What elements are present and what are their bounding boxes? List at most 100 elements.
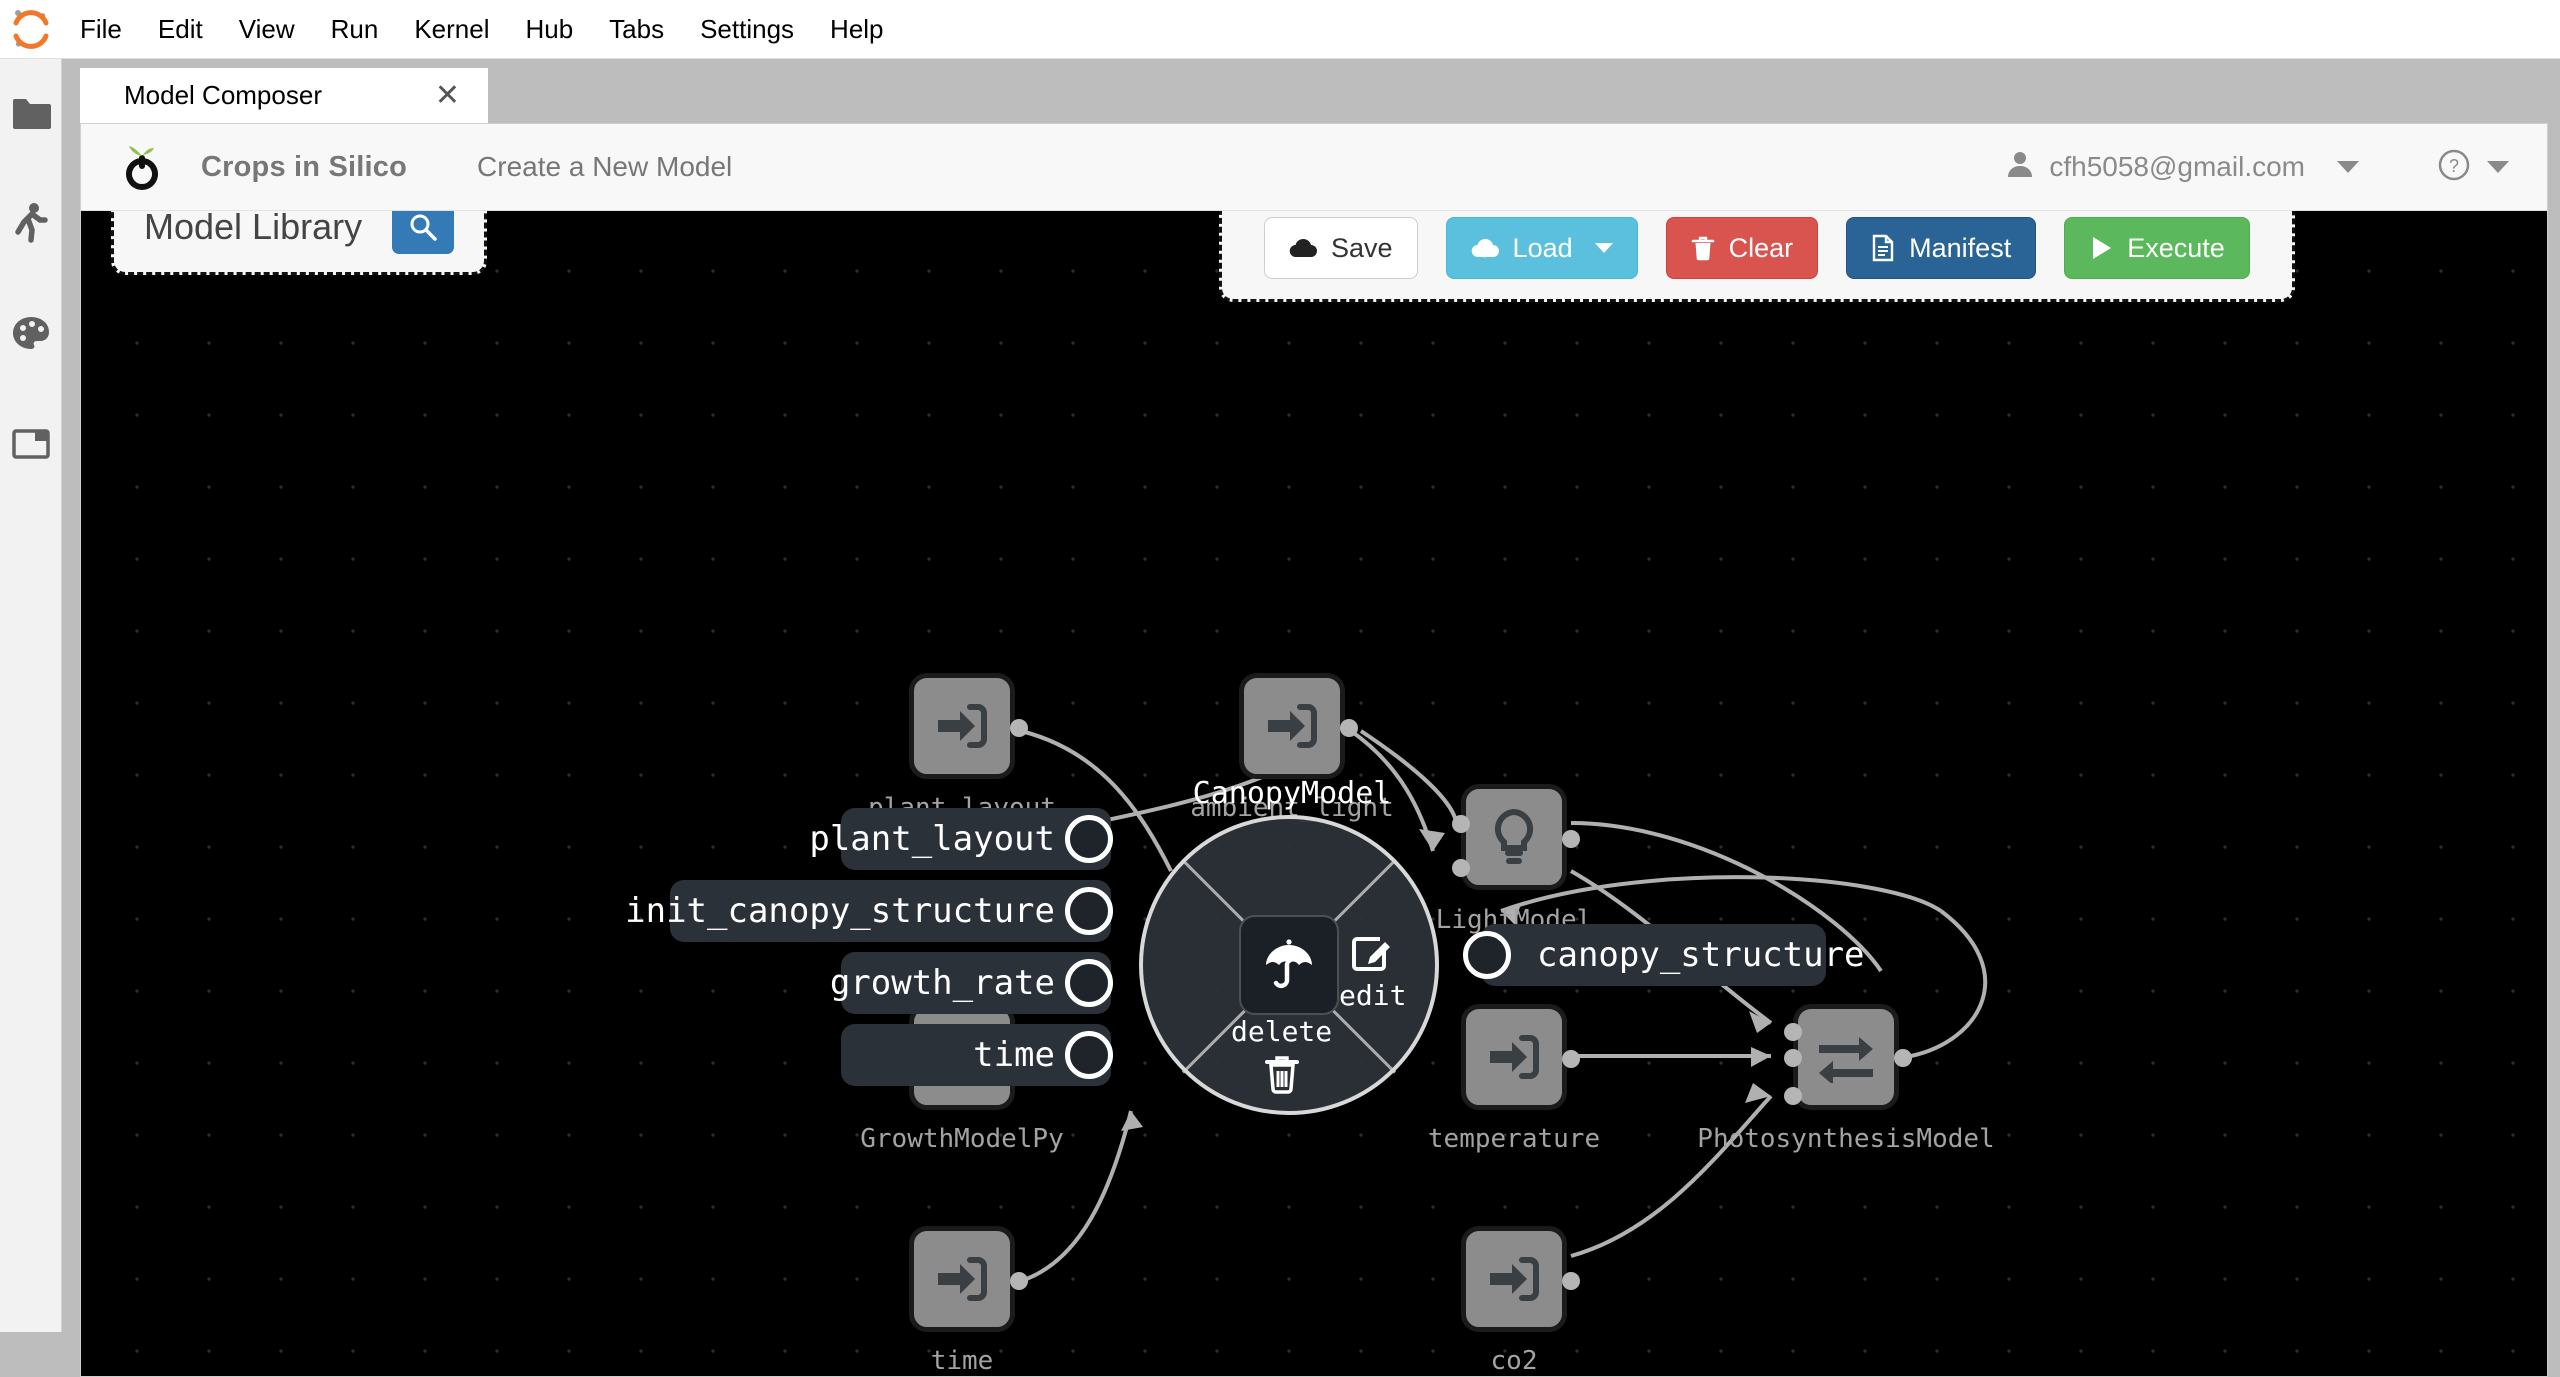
execute-label: Execute <box>2127 232 2225 263</box>
port-out-co2[interactable] <box>1562 1272 1580 1290</box>
input-arrow-icon <box>1490 1035 1539 1079</box>
exchange-arrows-icon <box>1819 1037 1873 1083</box>
execute-button[interactable]: Execute <box>2064 217 2250 279</box>
port-chip-label: canopy_structure <box>1537 935 1865 975</box>
port-out-light-model[interactable] <box>1562 830 1580 848</box>
port-circle-plant-layout[interactable] <box>1065 815 1113 863</box>
menu-settings[interactable]: Settings <box>682 8 812 51</box>
tab-label: Model Composer <box>124 80 322 110</box>
model-composer-panel: Crops in Silico Create a New Model cfh50… <box>80 123 2548 1377</box>
port-out-temperature[interactable] <box>1562 1050 1580 1068</box>
radial-center-umbrella[interactable] <box>1239 915 1339 1015</box>
jupyter-logo <box>0 6 62 52</box>
port-circle-growth-rate[interactable] <box>1065 959 1113 1007</box>
app-header: Crops in Silico Create a New Model cfh50… <box>81 124 2547 211</box>
input-arrow-icon <box>1490 1257 1539 1301</box>
manifest-button[interactable]: Manifest <box>1846 217 2037 279</box>
cloud-download-icon <box>1471 238 1499 258</box>
port-circle-canopy-structure[interactable] <box>1463 931 1511 979</box>
node-label-growth-model-py: GrowthModelPy <box>860 1124 1064 1154</box>
activity-sidebar <box>0 59 62 1332</box>
brand-name: Crops in Silico <box>201 150 408 183</box>
running-person-icon[interactable] <box>11 203 51 244</box>
port-chip-canopy-structure[interactable]: canopy_structure <box>1481 924 1865 986</box>
radial-context-menu[interactable]: edit delete <box>1139 815 1439 1115</box>
node-light-model[interactable] <box>1461 784 1567 890</box>
radial-item-label: delete <box>1231 1015 1333 1048</box>
user-menu[interactable]: cfh5058@gmail.com <box>2007 150 2359 185</box>
load-label: Load <box>1512 232 1573 263</box>
node-ambient-light-input[interactable] <box>1239 673 1345 779</box>
search-icon <box>410 214 437 241</box>
menu-hub[interactable]: Hub <box>507 8 591 51</box>
menu-kernel[interactable]: Kernel <box>396 8 507 51</box>
trash-icon <box>1691 236 1714 260</box>
help-circle-icon: ? <box>2437 148 2471 187</box>
menu-tabs[interactable]: Tabs <box>591 8 682 51</box>
user-email: cfh5058@gmail.com <box>2049 151 2305 182</box>
svg-text:?: ? <box>2449 156 2459 176</box>
menubar-items: File Edit View Run Kernel Hub Tabs Setti… <box>62 8 902 51</box>
tab-bar: Model Composer ✕ <box>80 68 488 123</box>
search-button[interactable] <box>392 211 455 254</box>
radial-item-label: edit <box>1339 979 1407 1012</box>
port-in-photo-3[interactable] <box>1784 1087 1802 1105</box>
input-arrow-icon <box>938 1257 987 1301</box>
composer-toolbar: Save Load Clear Manifest Execute <box>1219 211 2295 302</box>
port-in-light-model-1[interactable] <box>1452 815 1470 833</box>
port-out-ambient-light[interactable] <box>1340 719 1358 737</box>
node-co2-input[interactable] <box>1461 1226 1567 1332</box>
person-icon <box>2007 150 2033 185</box>
help-menu[interactable]: ? <box>2437 148 2509 187</box>
header-right-group: cfh5058@gmail.com ? <box>2007 148 2509 187</box>
port-out-plant-layout[interactable] <box>1010 719 1028 737</box>
palette-icon[interactable] <box>11 314 51 354</box>
clear-button[interactable]: Clear <box>1665 217 1819 279</box>
node-plant-layout-input[interactable] <box>909 673 1015 779</box>
save-button[interactable]: Save <box>1264 217 1418 279</box>
menu-view[interactable]: View <box>221 8 313 51</box>
port-chip-label: growth_rate <box>829 963 1055 1003</box>
port-circle-time[interactable] <box>1065 1031 1113 1079</box>
lightbulb-icon <box>1494 808 1534 864</box>
port-in-photo-2[interactable] <box>1784 1049 1802 1067</box>
menu-run[interactable]: Run <box>313 8 397 51</box>
document-icon <box>1872 234 1894 262</box>
save-label: Save <box>1331 232 1393 263</box>
menu-edit[interactable]: Edit <box>140 8 221 51</box>
menu-file[interactable]: File <box>62 8 140 51</box>
port-circle-init-canopy-structure[interactable] <box>1065 887 1113 935</box>
manifest-label: Manifest <box>1909 232 2012 263</box>
edit-pencil-icon <box>1351 937 1390 971</box>
chevron-down-icon <box>2337 161 2359 173</box>
main-shell: Model Composer ✕ Crops in Silico Create … <box>62 59 2560 1377</box>
node-label-photosynthesis-model: PhotosynthesisModel <box>1697 1124 1995 1154</box>
input-arrow-icon <box>1268 704 1317 748</box>
crops-in-silico-logo-icon <box>119 141 165 193</box>
menu-help[interactable]: Help <box>812 8 901 51</box>
port-out-time[interactable] <box>1010 1272 1028 1290</box>
model-library-title: Model Library <box>144 211 363 247</box>
close-icon[interactable]: ✕ <box>435 80 460 111</box>
tab-model-composer[interactable]: Model Composer ✕ <box>80 68 488 123</box>
load-button[interactable]: Load <box>1445 217 1638 279</box>
model-library-panel[interactable]: Model Library <box>111 211 488 275</box>
port-out-photo[interactable] <box>1894 1049 1912 1067</box>
node-temperature-input[interactable] <box>1461 1004 1567 1110</box>
port-chip-label: time <box>973 1035 1055 1075</box>
folder-icon[interactable] <box>11 94 51 134</box>
selected-node-title: CanopyModel <box>1192 776 1392 811</box>
play-icon <box>2093 237 2112 259</box>
node-label-time: time <box>930 1346 994 1376</box>
radial-item-delete[interactable]: delete <box>1231 1015 1332 1094</box>
node-photosynthesis-model[interactable] <box>1793 1004 1899 1110</box>
graph-canvas[interactable]: plant_layout ambient_light LightModel <box>81 211 2547 1376</box>
radial-item-edit[interactable]: edit <box>1339 935 1406 1012</box>
nav-create-new-model[interactable]: Create a New Model <box>477 151 732 183</box>
port-in-photo-1[interactable] <box>1784 1023 1802 1041</box>
port-chip-init-canopy-structure[interactable]: init_canopy_structure <box>625 880 1111 942</box>
tab-outline-icon[interactable] <box>11 424 51 464</box>
input-arrow-icon <box>938 704 987 748</box>
node-time-input[interactable] <box>909 1226 1015 1332</box>
port-in-light-model-2[interactable] <box>1452 859 1470 877</box>
